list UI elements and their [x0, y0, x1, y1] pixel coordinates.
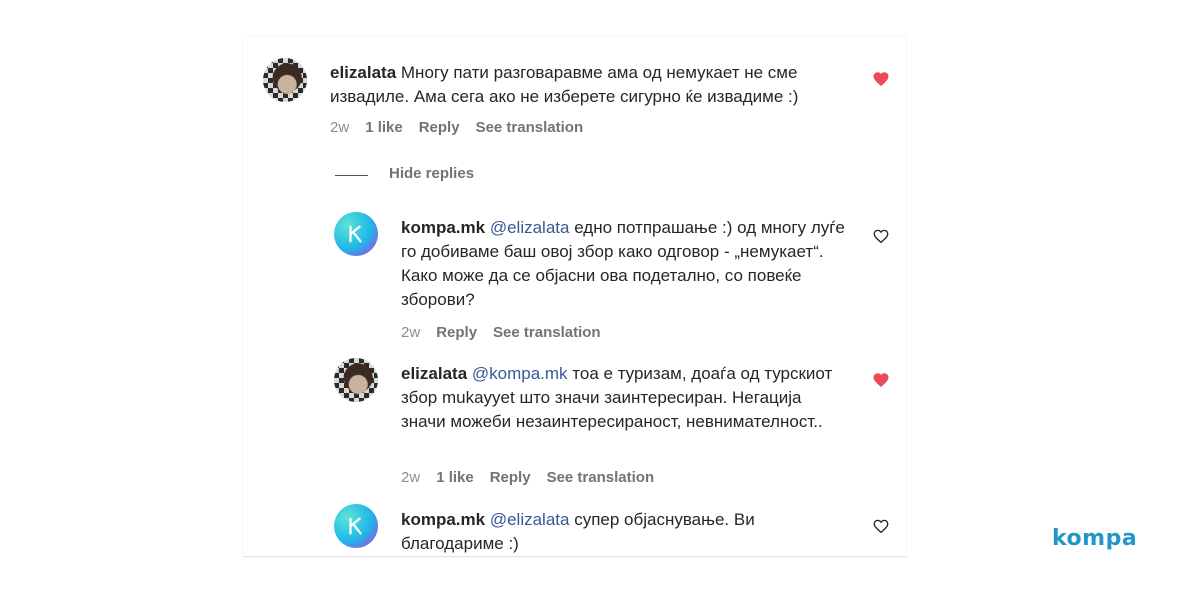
kompa-brand-logo: kompa: [1052, 526, 1138, 551]
username[interactable]: kompa.mk: [401, 218, 485, 237]
timestamp: 2w: [401, 469, 421, 486]
comment-body: Многу пати разговаравме ама од немукает …: [330, 63, 799, 106]
heart-outline-icon[interactable]: [872, 517, 890, 535]
username[interactable]: elizalata: [330, 63, 396, 82]
profile-photo-icon[interactable]: [263, 58, 307, 102]
heart-filled-icon[interactable]: [872, 70, 890, 88]
timestamp: 2w: [401, 324, 421, 341]
reply-button[interactable]: Reply: [490, 469, 531, 486]
timestamp: 2w: [330, 119, 350, 136]
comment-meta: 2w 1 like Reply See translation: [330, 119, 583, 136]
see-translation-button[interactable]: See translation: [476, 119, 584, 136]
mention-link[interactable]: @elizalata: [490, 218, 570, 237]
comment-meta: 2w 1 like Reply See translation: [401, 469, 654, 486]
likes-count[interactable]: 1 like: [365, 119, 403, 136]
hide-replies-divider: [335, 175, 368, 176]
comment-text: kompa.mk @elizalata едно потпрашање :) о…: [401, 216, 846, 312]
reply-button[interactable]: Reply: [419, 119, 460, 136]
reply-button[interactable]: Reply: [436, 324, 477, 341]
mention-link[interactable]: @kompa.mk: [472, 364, 568, 383]
heart-outline-icon[interactable]: [872, 227, 890, 245]
comment-text: elizalata @kompa.mk тоа е туризам, доаѓа…: [401, 362, 846, 434]
profile-photo-icon[interactable]: [334, 358, 378, 402]
comment-meta: 2w Reply See translation: [401, 324, 601, 341]
mention-link[interactable]: @elizalata: [490, 510, 570, 529]
see-translation-button[interactable]: See translation: [547, 469, 655, 486]
heart-filled-icon[interactable]: [872, 371, 890, 389]
kompa-logo-icon[interactable]: [334, 212, 378, 256]
username[interactable]: elizalata: [401, 364, 467, 383]
comments-panel: elizalata Многу пати разговаравме ама од…: [243, 36, 906, 557]
username[interactable]: kompa.mk: [401, 510, 485, 529]
kompa-logo-icon[interactable]: [334, 504, 378, 548]
likes-count[interactable]: 1 like: [436, 469, 474, 486]
comment-text: kompa.mk @elizalata супер објаснување. В…: [401, 508, 846, 556]
comment-text: elizalata Многу пати разговаравме ама од…: [330, 61, 850, 109]
hide-replies-button[interactable]: Hide replies: [389, 165, 474, 182]
see-translation-button[interactable]: See translation: [493, 324, 601, 341]
